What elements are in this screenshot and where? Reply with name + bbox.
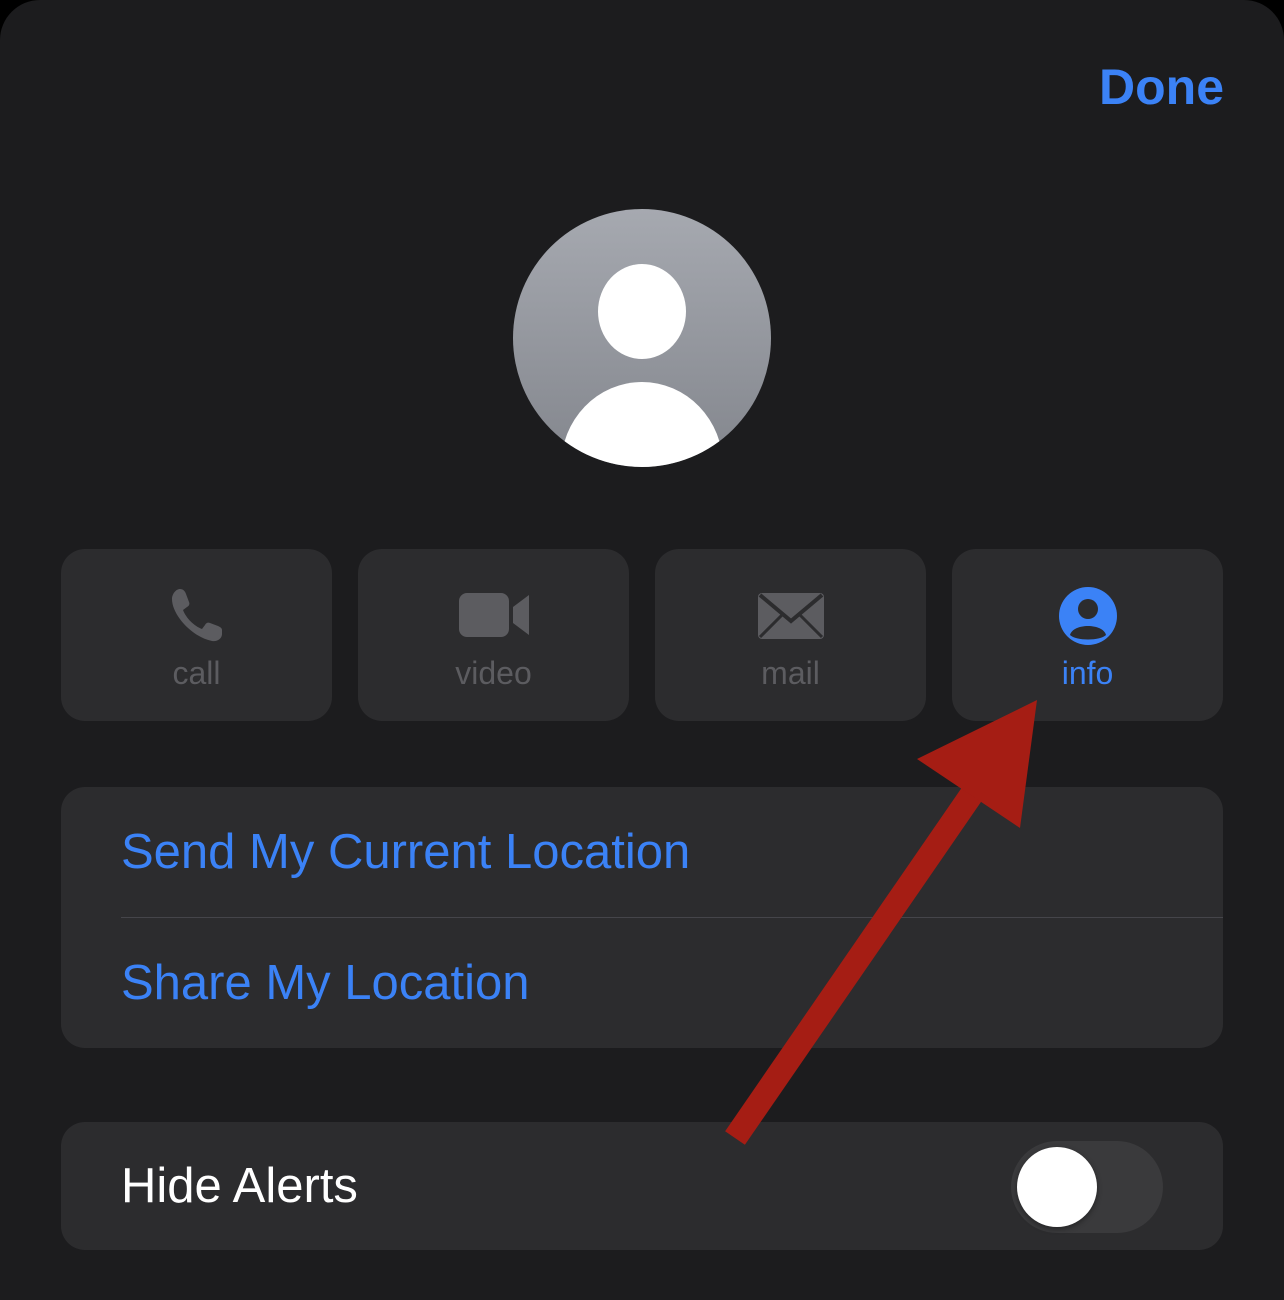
mail-label: mail (761, 655, 820, 691)
send-current-location-button[interactable]: Send My Current Location (121, 787, 1223, 917)
share-location-button[interactable]: Share My Location (121, 918, 1223, 1048)
mail-button[interactable]: mail (655, 549, 926, 721)
video-label: video (455, 655, 532, 691)
info-button[interactable]: info (952, 549, 1223, 721)
location-group: Send My Current Location Share My Locati… (61, 787, 1223, 1048)
person-circle-icon (1058, 587, 1117, 645)
envelope-icon (757, 593, 824, 639)
video-button[interactable]: video (358, 549, 629, 721)
toggle-knob (1017, 1147, 1097, 1227)
alerts-group: Hide Alerts (61, 1122, 1223, 1250)
quick-actions: call video mail info (61, 549, 1223, 721)
call-label: call (172, 655, 221, 691)
call-button[interactable]: call (61, 549, 332, 721)
hide-alerts-toggle[interactable] (1011, 1141, 1163, 1233)
contact-details-sheet: Done call video mail info Send My Curren… (0, 0, 1284, 1300)
info-label: info (1061, 655, 1114, 691)
video-camera-icon (458, 593, 529, 637)
contact-avatar (513, 209, 771, 467)
phone-icon (171, 589, 222, 642)
person-placeholder-icon (598, 264, 686, 359)
done-button[interactable]: Done (1099, 58, 1224, 116)
